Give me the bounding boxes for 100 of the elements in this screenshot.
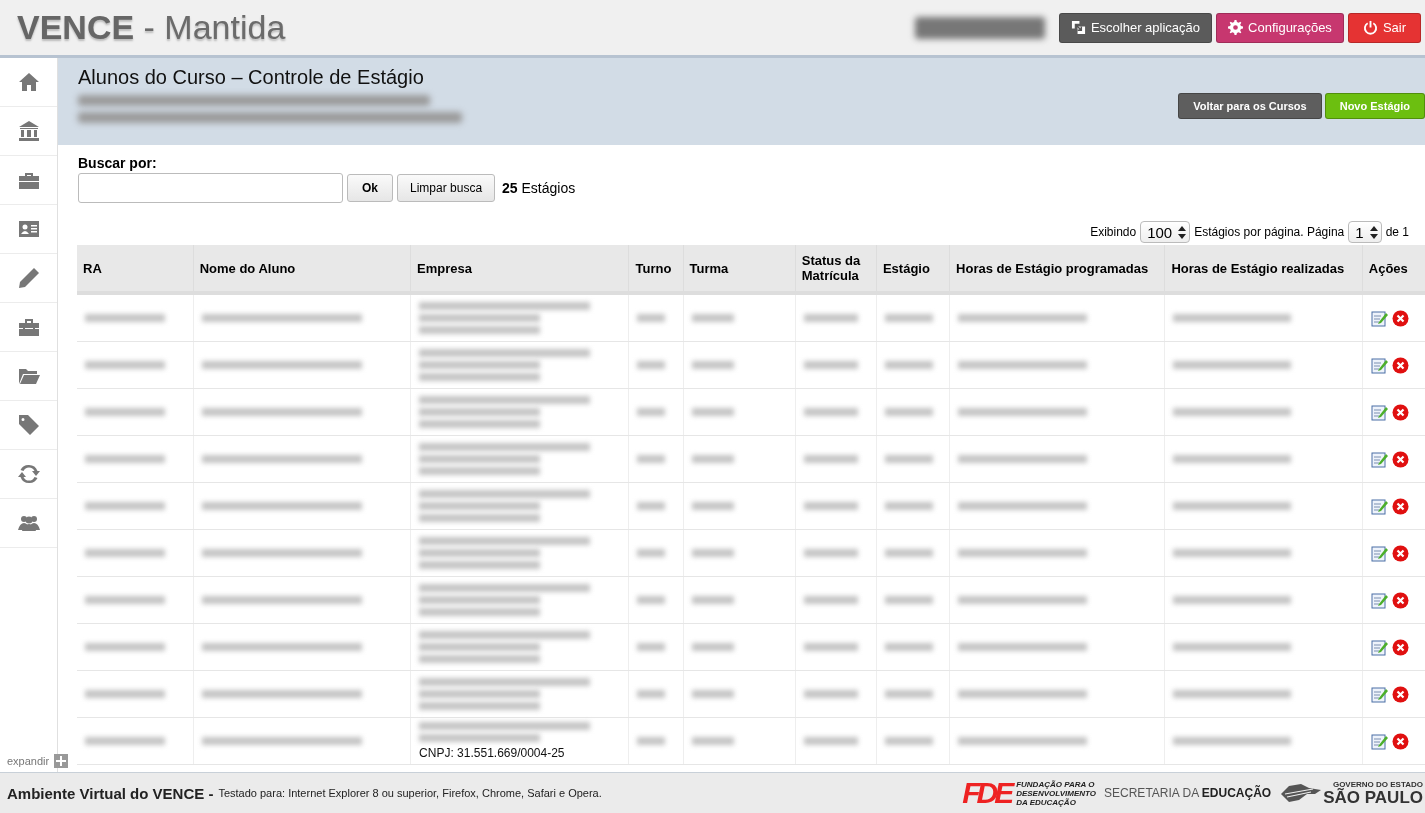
pencil-icon[interactable] [16, 266, 41, 290]
delete-icon[interactable] [1391, 544, 1409, 562]
blurred-text [691, 549, 735, 557]
showing-label: Exibindo [1090, 225, 1137, 239]
bank-icon[interactable] [16, 119, 41, 143]
switch-icon [1070, 20, 1086, 35]
delete-icon[interactable] [1391, 591, 1409, 609]
blurred-text [803, 455, 859, 463]
blurred-text [637, 549, 666, 557]
expand-label: expandir [6, 755, 50, 767]
column-header: RA [77, 245, 194, 293]
edit-icon[interactable] [1370, 544, 1388, 562]
blurred-text [884, 643, 933, 651]
column-header: Turma [683, 245, 796, 293]
blurred-text [691, 690, 735, 698]
edit-icon[interactable] [1370, 403, 1388, 421]
search-field[interactable] [78, 173, 343, 203]
blurred-text [884, 690, 933, 698]
blurred-text [691, 643, 735, 651]
blurred-text [884, 408, 933, 416]
page-total: de 1 [1385, 225, 1409, 239]
expand-button[interactable] [54, 754, 69, 768]
blurred-text [884, 737, 933, 745]
edit-icon[interactable] [1370, 450, 1388, 468]
blurred-text [691, 408, 735, 416]
blurred-text [803, 643, 859, 651]
delete-icon[interactable] [1391, 309, 1409, 327]
delete-icon[interactable] [1391, 638, 1409, 656]
blurred-text [637, 643, 666, 651]
app-title: VENCE - Mantida [17, 8, 287, 47]
delete-icon[interactable] [1391, 450, 1409, 468]
settings-button[interactable]: Configurações [1216, 12, 1344, 43]
delete-icon[interactable] [1391, 356, 1409, 374]
back-button[interactable]: Voltar para os Cursos [1178, 93, 1322, 119]
table-cell-text: CNPJ: 31.551.669/0004-25 [419, 746, 566, 760]
power-icon [1362, 20, 1378, 35]
column-header: Ações [1362, 245, 1425, 293]
blurred-text [884, 314, 933, 322]
fde-caption: FUNDAÇÃO PARA O DESENVOLVIMENTO DA EDUCAÇÃO [1016, 779, 1097, 807]
delete-icon[interactable] [1391, 403, 1409, 421]
page-select[interactable]: 1 [1348, 221, 1382, 243]
blurred-text [691, 361, 735, 369]
blurred-text [637, 737, 666, 745]
blurred-text [691, 502, 735, 510]
column-header: Horas de Estágio realizadas [1164, 245, 1363, 293]
blurred-text [637, 361, 666, 369]
refresh-icon[interactable] [16, 462, 41, 486]
blurred-text [691, 737, 735, 745]
switch-button[interactable]: Escolher aplicação [1058, 12, 1213, 43]
column-header: Status da Matrícula [795, 245, 877, 293]
blurred-text [884, 361, 933, 369]
blurred-text [803, 361, 859, 369]
delete-icon[interactable] [1391, 497, 1409, 515]
column-header: Horas de Estágio programadas [949, 245, 1165, 293]
clear-search-button[interactable]: Limpar busca [397, 174, 496, 202]
blurred-text [803, 408, 859, 416]
plus-icon [56, 756, 67, 766]
settings-icon [1228, 20, 1244, 35]
blurred-text [637, 408, 666, 416]
blurred-text [691, 314, 735, 322]
search-label: Buscar por: [78, 155, 158, 171]
blurred-text [884, 549, 933, 557]
delete-icon[interactable] [1391, 685, 1409, 703]
column-header: Estágio [876, 245, 950, 293]
result-count: 25 Estágios [502, 180, 576, 196]
column-header: Nome do Aluno [193, 245, 411, 293]
page-title: Alunos do Curso – Controle de Estágio [78, 66, 425, 89]
blurred-text [884, 502, 933, 510]
blurred-text [803, 314, 859, 322]
stepper-icon [1369, 225, 1378, 239]
fde-logo: FDE [962, 776, 1011, 810]
edit-icon[interactable] [1370, 309, 1388, 327]
edit-icon[interactable] [1370, 591, 1388, 609]
per-page-label: Estágios por página. Página [1194, 225, 1345, 239]
tag-icon[interactable] [16, 413, 41, 437]
blurred-text [803, 690, 859, 698]
edit-icon[interactable] [1370, 685, 1388, 703]
per-page-select[interactable]: 100 [1140, 221, 1191, 243]
blurred-text [803, 596, 859, 604]
edit-icon[interactable] [1370, 497, 1388, 515]
ok-button[interactable]: Ok [347, 174, 393, 202]
blurred-text [637, 314, 666, 322]
edit-icon[interactable] [1370, 732, 1388, 750]
exit-button[interactable]: Sair [1347, 12, 1421, 43]
column-header: Empresa [410, 245, 629, 293]
secretaria-label: SECRETARIA DA EDUCAÇÃO [1104, 786, 1272, 800]
blurred-text [637, 455, 666, 463]
blurred-text [637, 690, 666, 698]
blurred-text [803, 502, 859, 510]
browser-note: Testado para: Internet Explorer 8 ou superior, Firefox, Chrome, Safari e Opera. [218, 787, 603, 799]
delete-icon[interactable] [1391, 732, 1409, 750]
blurred-text [884, 455, 933, 463]
blurred-text [803, 737, 859, 745]
edit-icon[interactable] [1370, 356, 1388, 374]
column-header: Turno [629, 245, 684, 293]
blurred-text [691, 455, 735, 463]
blurred-text [637, 502, 666, 510]
blurred-text [884, 596, 933, 604]
edit-icon[interactable] [1370, 638, 1388, 656]
blurred-text [637, 596, 666, 604]
